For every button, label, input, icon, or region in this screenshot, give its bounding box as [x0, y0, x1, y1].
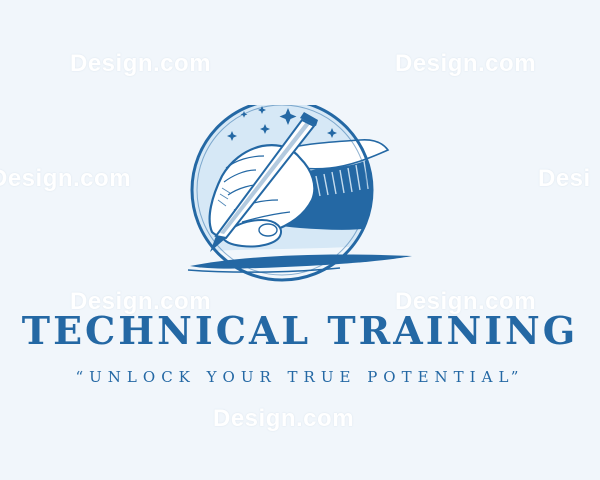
watermark-text: Design.com	[70, 50, 212, 77]
logo-canvas: Design.com Design.com Design.com Desi De…	[0, 0, 600, 480]
watermark-text: Design.com	[395, 50, 537, 77]
logo-title: TECHNICAL TRAINING	[21, 308, 579, 353]
watermark-text: Desi	[538, 165, 591, 192]
hand-writing-emblem-icon	[187, 105, 412, 282]
watermark-text: Design.com	[213, 405, 355, 432]
watermark-text: Design.com	[0, 165, 132, 192]
logo-tagline: “UNLOCK YOUR TRUE POTENTIAL”	[75, 368, 525, 386]
